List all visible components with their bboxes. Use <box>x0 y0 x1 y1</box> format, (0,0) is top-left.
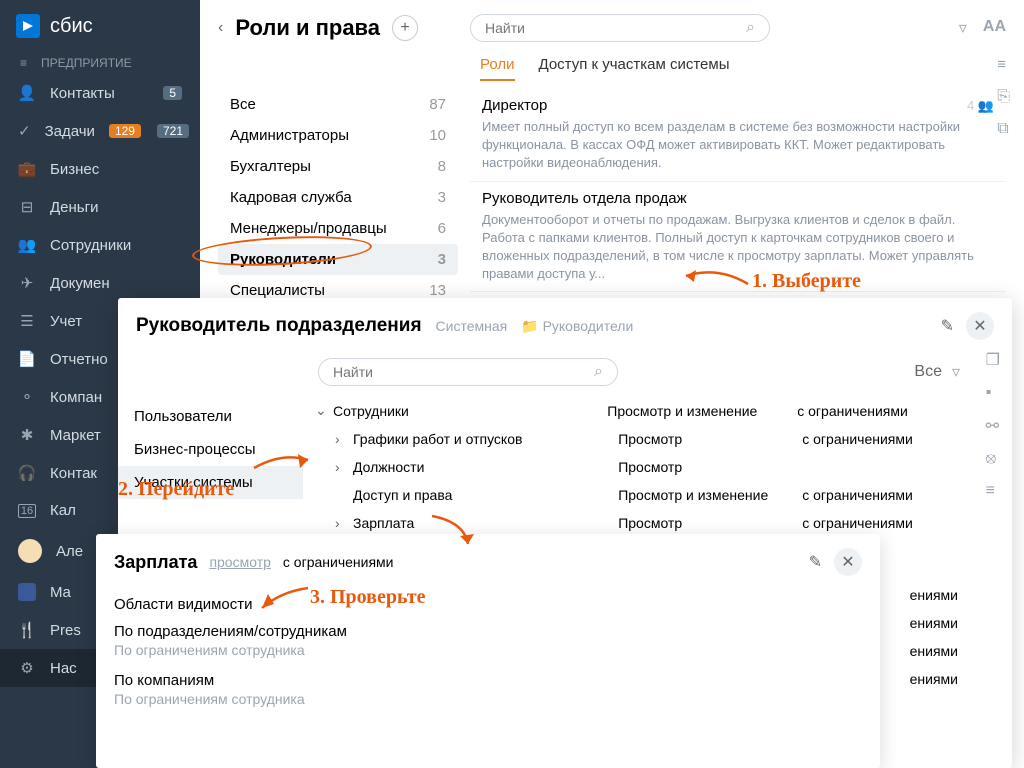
table-row[interactable]: ⌄СотрудникиПросмотр и изменениес огранич… <box>311 396 962 425</box>
font-size-icon[interactable]: AA <box>983 18 1006 38</box>
logo-icon <box>16 14 40 38</box>
logo-text: сбис <box>50 15 93 38</box>
table-row[interactable]: ›ДолжностиПросмотр <box>311 453 962 481</box>
dialog-nav-item[interactable]: Бизнес-процессы <box>118 433 303 466</box>
nav-item-2[interactable]: 💼Бизнес <box>0 150 200 188</box>
table-row[interactable]: Доступ и праваПросмотр и изменениес огра… <box>311 481 962 509</box>
folder-list: Все87Администраторы10Бухгалтеры8Кадровая… <box>218 89 458 326</box>
folder-icon: 📁 Руководители <box>521 318 633 335</box>
add-button[interactable]: + <box>392 15 418 41</box>
nav-item-0[interactable]: 👤Контакты5 <box>0 74 200 112</box>
dialog2-title: Зарплата <box>114 552 197 573</box>
folder-item[interactable]: Все87 <box>218 89 458 120</box>
folder-item[interactable]: Бухгалтеры8 <box>218 151 458 182</box>
eye-off-icon[interactable]: ⦻ <box>986 450 1000 468</box>
edit-icon[interactable]: ✎ <box>809 552 822 572</box>
filter-icon[interactable]: ▿ <box>952 362 960 382</box>
role-panel: Директор4 👥Имеет полный доступ ко всем р… <box>470 89 1006 326</box>
salary-dialog: Зарплата просмотр с ограничениями ✎ ✕ Об… <box>96 534 880 768</box>
settings-icon[interactable]: ≡ <box>986 482 1000 500</box>
filter-icon[interactable]: ▿ <box>959 18 967 38</box>
search-input[interactable]: ⌕ <box>470 14 770 42</box>
new-folder-icon[interactable]: ⎘ <box>997 88 1010 106</box>
visibility-setting[interactable]: По компаниямПо ограничениям сотрудника <box>114 672 862 707</box>
nav-item-5[interactable]: ✈Докумен <box>0 264 200 302</box>
nav-item-3[interactable]: ⊟Деньги <box>0 188 200 226</box>
filter-all[interactable]: Все <box>914 363 942 381</box>
logo[interactable]: сбис <box>0 0 200 52</box>
stack-icon[interactable]: ❐ <box>986 350 1000 370</box>
folder-item[interactable]: Кадровая служба3 <box>218 182 458 213</box>
role-item[interactable]: Руководитель отдела продажДокументооборо… <box>470 182 1006 293</box>
edit-icon[interactable]: ✎ <box>941 316 954 336</box>
dialog-search-input[interactable]: ⌕ <box>318 358 618 386</box>
dialog-nav-item[interactable]: Пользователи <box>118 400 303 433</box>
nav-item-4[interactable]: 👥Сотрудники <box>0 226 200 264</box>
dialog-title: Руководитель подразделения <box>136 315 422 337</box>
dialog-nav-item[interactable]: Участки системы <box>118 466 303 499</box>
settings-icon[interactable]: ≡ <box>997 56 1006 81</box>
close-button[interactable]: ✕ <box>834 548 862 576</box>
search-icon: ⌕ <box>746 19 755 37</box>
table-row[interactable]: ›ЗарплатаПросмотрс ограничениями <box>311 509 962 537</box>
expand-icon[interactable]: ⧉ <box>997 120 1010 138</box>
page-title: Роли и права <box>235 15 380 41</box>
folder-item[interactable]: Менеджеры/продавцы6 <box>218 213 458 244</box>
search-icon: ⌕ <box>594 363 603 381</box>
tab-access[interactable]: Доступ к участкам системы <box>539 56 730 81</box>
back-chevron-icon[interactable]: ‹ <box>218 19 223 37</box>
tab-roles[interactable]: Роли <box>480 56 515 81</box>
folder-item[interactable]: Администраторы10 <box>218 120 458 151</box>
tabs: Роли Доступ к участкам системы ≡ <box>200 56 1024 89</box>
nav-item-1[interactable]: ✓Задачи129721 <box>0 112 200 150</box>
header: ‹ Роли и права + ⌕ ▿ AA <box>200 0 1024 56</box>
visibility-setting[interactable]: По подразделениям/сотрудникамПо ограниче… <box>114 623 862 658</box>
folder-icon[interactable]: ▪ <box>986 384 1000 402</box>
company-label[interactable]: ≡ПРЕДПРИЯТИЕ <box>0 52 200 74</box>
role-item[interactable]: Директор4 👥Имеет полный доступ ко всем р… <box>470 89 1006 182</box>
table-row[interactable]: ›Графики работ и отпусковПросмотрс огран… <box>311 425 962 453</box>
folder-item[interactable]: Руководители3 <box>218 244 458 275</box>
close-button[interactable]: ✕ <box>966 312 994 340</box>
link-icon[interactable]: ⚯ <box>986 416 1000 436</box>
